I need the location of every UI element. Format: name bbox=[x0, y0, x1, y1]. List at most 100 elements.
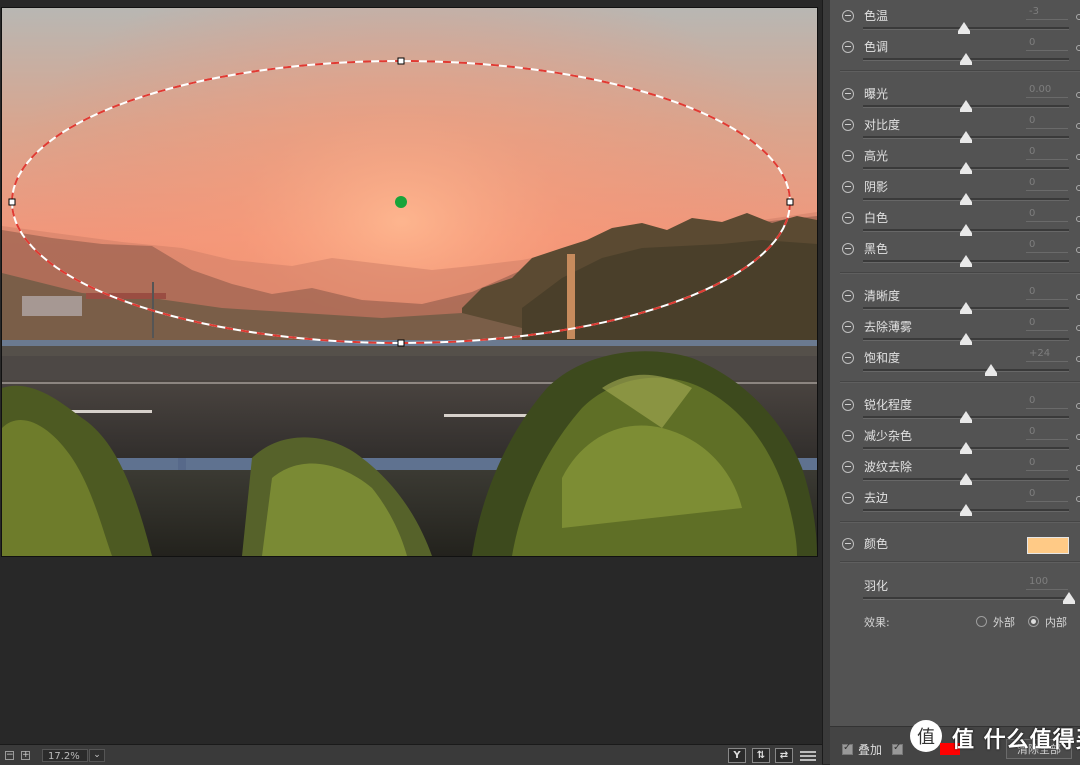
reset-minus-icon[interactable] bbox=[842, 492, 854, 504]
slider-value-field[interactable]: 0 bbox=[1026, 239, 1068, 253]
slider-thumb[interactable] bbox=[960, 442, 972, 454]
reset-minus-icon[interactable] bbox=[842, 290, 854, 302]
slider-thumb[interactable] bbox=[960, 473, 972, 485]
watermark: 值 值 什么值得买 bbox=[908, 716, 1080, 760]
slider-row: 对比度 0 bbox=[830, 113, 1080, 143]
resize-handle-left[interactable] bbox=[8, 198, 16, 206]
settings-menu-icon[interactable] bbox=[800, 749, 816, 762]
resize-handle-bottom[interactable] bbox=[397, 339, 405, 347]
slider-row: 饱和度 +24 bbox=[830, 346, 1080, 376]
separator bbox=[840, 561, 1080, 563]
effect-inside-label[interactable]: 内部 bbox=[1045, 614, 1067, 630]
slider-thumb[interactable] bbox=[960, 100, 972, 112]
slider-thumb[interactable] bbox=[960, 53, 972, 65]
reset-minus-icon[interactable] bbox=[842, 150, 854, 162]
slider-edge-indicator bbox=[1076, 216, 1080, 222]
reset-minus-icon[interactable] bbox=[842, 243, 854, 255]
feather-value[interactable]: 100 bbox=[1026, 576, 1068, 590]
resize-handle-top[interactable] bbox=[397, 57, 405, 65]
slider-row: 黑色 0 bbox=[830, 237, 1080, 267]
watermark-text: 值 什么值得买 bbox=[952, 728, 1080, 753]
slider-row: 色温 -3 bbox=[830, 4, 1080, 34]
slider-value-field[interactable]: 0 bbox=[1026, 115, 1068, 129]
slider-label: 饱和度 bbox=[864, 351, 901, 365]
slider-edge-indicator bbox=[1076, 154, 1080, 160]
separator bbox=[840, 70, 1080, 72]
overlay-label[interactable]: 叠加 bbox=[858, 741, 882, 758]
slider-value-field[interactable]: 0 bbox=[1026, 146, 1068, 160]
zoom-out-button[interactable] bbox=[5, 749, 14, 761]
feather-slider-track[interactable] bbox=[863, 597, 1069, 600]
reset-minus-icon[interactable] bbox=[842, 212, 854, 224]
slider-thumb[interactable] bbox=[960, 193, 972, 205]
slider-thumb[interactable] bbox=[960, 162, 972, 174]
color-label: 颜色 bbox=[864, 537, 889, 551]
slider-thumb[interactable] bbox=[960, 224, 972, 236]
effect-outside-label[interactable]: 外部 bbox=[993, 614, 1015, 630]
zoom-in-button[interactable] bbox=[21, 749, 30, 761]
reset-minus-icon[interactable] bbox=[842, 181, 854, 193]
slider-edge-indicator bbox=[1076, 92, 1080, 98]
reset-minus-icon[interactable] bbox=[842, 538, 854, 550]
effect-inside-radio[interactable] bbox=[1028, 616, 1039, 627]
before-after-button[interactable]: ⇅ bbox=[752, 748, 770, 763]
reset-minus-icon[interactable] bbox=[842, 88, 854, 100]
reset-minus-icon[interactable] bbox=[842, 41, 854, 53]
center-pin[interactable] bbox=[395, 196, 407, 208]
chevron-down-icon: ⌄ bbox=[93, 750, 101, 760]
resize-handle-right[interactable] bbox=[786, 198, 794, 206]
reset-minus-icon[interactable] bbox=[842, 461, 854, 473]
mask-checkbox[interactable] bbox=[892, 742, 903, 755]
slider-value-field[interactable]: 0 bbox=[1026, 286, 1068, 300]
slider-label: 锐化程度 bbox=[864, 398, 913, 412]
photo-preview[interactable] bbox=[1, 7, 818, 557]
slider-value-field[interactable]: 0 bbox=[1026, 37, 1068, 51]
slider-value-field[interactable]: 0.00 bbox=[1026, 84, 1068, 98]
feather-slider-thumb[interactable] bbox=[1063, 592, 1075, 604]
slider-value-field[interactable]: 0 bbox=[1026, 395, 1068, 409]
slider-value-field[interactable]: 0 bbox=[1026, 208, 1068, 222]
reset-minus-icon[interactable] bbox=[842, 352, 854, 364]
overlay-checkbox[interactable] bbox=[842, 742, 853, 755]
zoom-level-field[interactable]: 17.2% bbox=[42, 749, 88, 762]
slider-value-field[interactable]: 0 bbox=[1026, 488, 1068, 502]
effect-label: 效果: bbox=[864, 616, 890, 629]
color-swatch[interactable] bbox=[1027, 537, 1069, 554]
slider-label: 阴影 bbox=[864, 180, 889, 194]
slider-label: 白色 bbox=[864, 211, 889, 225]
view-mode-y-button[interactable]: Y bbox=[728, 748, 746, 763]
slider-value-field[interactable]: 0 bbox=[1026, 426, 1068, 440]
slider-edge-indicator bbox=[1076, 465, 1080, 471]
slider-thumb[interactable] bbox=[960, 411, 972, 423]
swap-before-after-button[interactable]: ⇄ bbox=[775, 748, 793, 763]
separator bbox=[840, 521, 1080, 523]
reset-minus-icon[interactable] bbox=[842, 119, 854, 131]
slider-label: 去除薄雾 bbox=[864, 320, 913, 334]
slider-label: 清晰度 bbox=[864, 289, 901, 303]
slider-value-field[interactable]: 0 bbox=[1026, 317, 1068, 331]
reset-minus-icon[interactable] bbox=[842, 10, 854, 22]
reset-minus-icon[interactable] bbox=[842, 321, 854, 333]
slider-thumb[interactable] bbox=[960, 255, 972, 267]
slider-edge-indicator bbox=[1076, 247, 1080, 253]
reset-minus-icon[interactable] bbox=[842, 430, 854, 442]
slider-value-field[interactable]: -3 bbox=[1026, 6, 1068, 20]
slider-track[interactable] bbox=[863, 369, 1069, 372]
slider-thumb[interactable] bbox=[960, 333, 972, 345]
slider-label: 曝光 bbox=[864, 87, 889, 101]
slider-thumb[interactable] bbox=[960, 504, 972, 516]
effect-outside-radio[interactable] bbox=[976, 616, 987, 627]
slider-row: 波纹去除 0 bbox=[830, 455, 1080, 485]
slider-edge-indicator bbox=[1076, 45, 1080, 51]
slider-value-field[interactable]: +24 bbox=[1026, 348, 1068, 362]
reset-minus-icon[interactable] bbox=[842, 399, 854, 411]
zoom-dropdown-button[interactable]: ⌄ bbox=[89, 749, 105, 762]
slider-thumb[interactable] bbox=[960, 131, 972, 143]
slider-value-field[interactable]: 0 bbox=[1026, 177, 1068, 191]
slider-value-field[interactable]: 0 bbox=[1026, 457, 1068, 471]
slider-thumb[interactable] bbox=[960, 302, 972, 314]
canvas-area[interactable] bbox=[0, 0, 822, 744]
slider-edge-indicator bbox=[1076, 403, 1080, 409]
slider-thumb[interactable] bbox=[984, 364, 997, 376]
slider-thumb[interactable] bbox=[957, 22, 970, 34]
